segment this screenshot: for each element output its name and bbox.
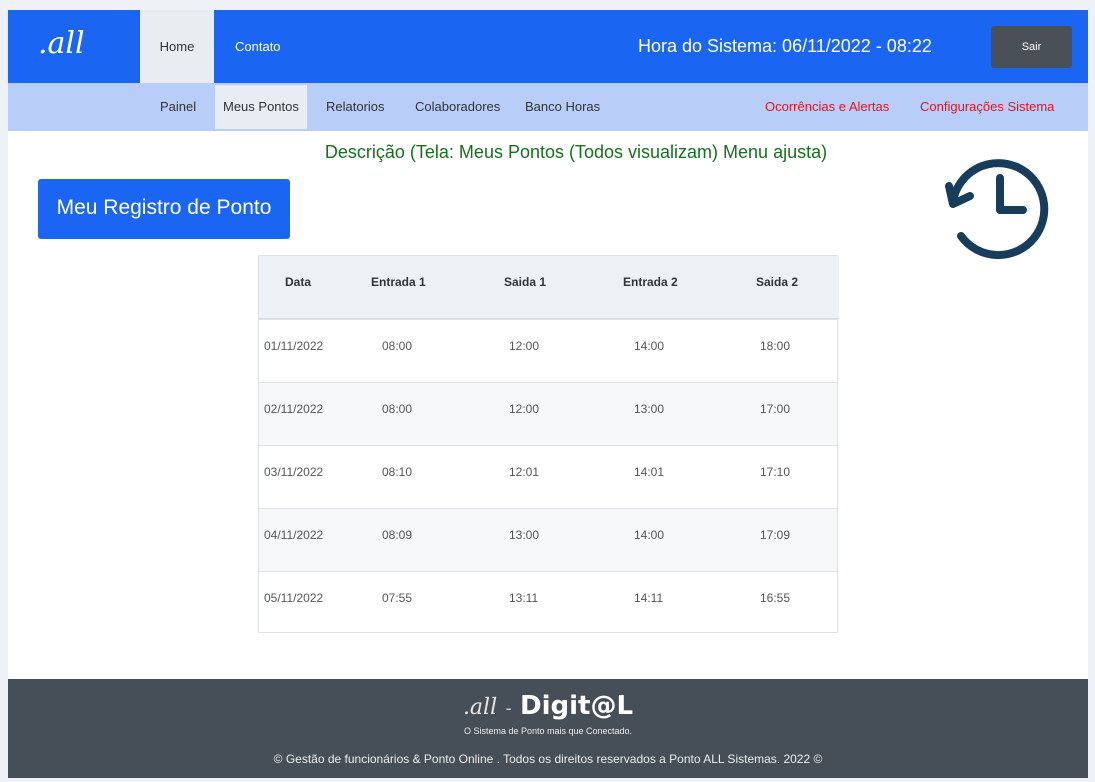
cell-saida-2: 17:09 — [760, 528, 791, 542]
table-row: 02/11/2022 08:00 12:00 13:00 17:00 — [259, 382, 837, 445]
column-header-saida-2: Saida 2 — [756, 275, 799, 289]
nav-contato-link[interactable]: Contato — [235, 10, 281, 83]
cell-saida-1: 13:00 — [509, 528, 540, 542]
subnav-meus-pontos[interactable]: Meus Pontos — [215, 85, 307, 129]
subnav-banco-horas[interactable]: Banco Horas — [525, 85, 600, 129]
column-header-entrada-2: Entrada 2 — [623, 275, 678, 289]
cell-saida-1: 12:00 — [509, 339, 540, 353]
cell-data: 01/11/2022 — [264, 339, 324, 353]
cell-data: 02/11/2022 — [264, 402, 324, 416]
footer-logo: .all - Digit@L — [8, 691, 1088, 721]
history-clock-icon — [945, 159, 1049, 260]
footer-tagline: O Sistema de Ponto mais que Conectado. — [463, 726, 633, 736]
cell-entrada-1: 08:09 — [382, 528, 413, 542]
cell-saida-1: 12:01 — [509, 465, 540, 479]
table-row: 04/11/2022 08:09 13:00 14:00 17:09 — [259, 508, 837, 571]
footer-logo-all: .all — [462, 695, 498, 720]
cell-entrada-2: 14:11 — [634, 591, 664, 605]
cell-data: 04/11/2022 — [264, 528, 324, 542]
cell-data: 03/11/2022 — [264, 465, 324, 479]
cell-entrada-1: 08:10 — [382, 465, 413, 479]
column-header-data: Data — [285, 275, 312, 289]
subnav-ocorrencias-alertas[interactable]: Ocorrências e Alertas — [765, 85, 889, 129]
nav-home-link[interactable]: Home — [140, 10, 214, 83]
app-frame: .all Home Contato Hora do Sistema: 06/11… — [8, 10, 1088, 778]
subnav-painel[interactable]: Painel — [160, 85, 196, 129]
cell-saida-2: 18:00 — [760, 339, 791, 353]
register-punch-button[interactable]: Meu Registro de Ponto — [38, 179, 290, 239]
table-row: 03/11/2022 08:10 12:01 14:01 17:10 — [259, 445, 837, 508]
cell-entrada-2: 14:00 — [634, 528, 665, 542]
footer-logo-dash: - — [505, 698, 512, 718]
punch-table: Data Entrada 1 Saida 1 Entrada 2 Saida 2… — [258, 255, 839, 634]
subnav-colaboradores[interactable]: Colaboradores — [415, 85, 500, 129]
cell-entrada-2: 13:00 — [634, 402, 665, 416]
table-row: 05/11/2022 07:55 13:11 14:11 16:55 — [259, 571, 837, 634]
logout-button[interactable]: Sair — [991, 26, 1072, 68]
cell-data: 05/11/2022 — [264, 591, 324, 605]
subnav-relatorios[interactable]: Relatorios — [326, 85, 385, 129]
top-navbar: .all Home Contato Hora do Sistema: 06/11… — [8, 10, 1088, 83]
system-time-label: Hora do Sistema: 06/11/2022 - 08:22 — [638, 36, 932, 56]
footer-copyright: © Gestão de funcionários & Ponto Online … — [273, 752, 823, 766]
brand-logo[interactable]: .all — [38, 24, 85, 64]
cell-entrada-1: 07:55 — [382, 591, 413, 605]
cell-entrada-1: 08:00 — [382, 339, 413, 353]
subnav-configuracoes-sistema[interactable]: Configurações Sistema — [920, 85, 1054, 129]
column-header-entrada-1: Entrada 1 — [371, 275, 426, 289]
cell-saida-2: 16:55 — [760, 591, 791, 605]
cell-saida-2: 17:00 — [760, 402, 791, 416]
footer-logo-digital: Digit@L — [520, 691, 634, 721]
column-header-saida-1: Saida 1 — [504, 275, 547, 289]
cell-entrada-2: 14:01 — [634, 465, 665, 479]
cell-entrada-1: 08:00 — [382, 402, 413, 416]
table-header: Data Entrada 1 Saida 1 Entrada 2 Saida 2 — [259, 256, 839, 319]
page-description: Descrição (Tela: Meus Pontos (Todos visu… — [324, 142, 828, 162]
cell-saida-1: 13:11 — [509, 591, 539, 605]
table-row: 01/11/2022 08:00 12:00 14:00 18:00 — [259, 319, 837, 382]
cell-saida-1: 12:00 — [509, 402, 540, 416]
cell-saida-2: 17:10 — [760, 465, 791, 479]
cell-entrada-2: 14:00 — [634, 339, 665, 353]
system-time: Hora do Sistema: 06/11/2022 - 08:22 — [638, 10, 937, 83]
sub-navbar: Painel Meus Pontos Relatorios Colaborado… — [8, 83, 1088, 131]
page-footer: .all - Digit@L O Sistema de Ponto mais q… — [8, 679, 1088, 778]
